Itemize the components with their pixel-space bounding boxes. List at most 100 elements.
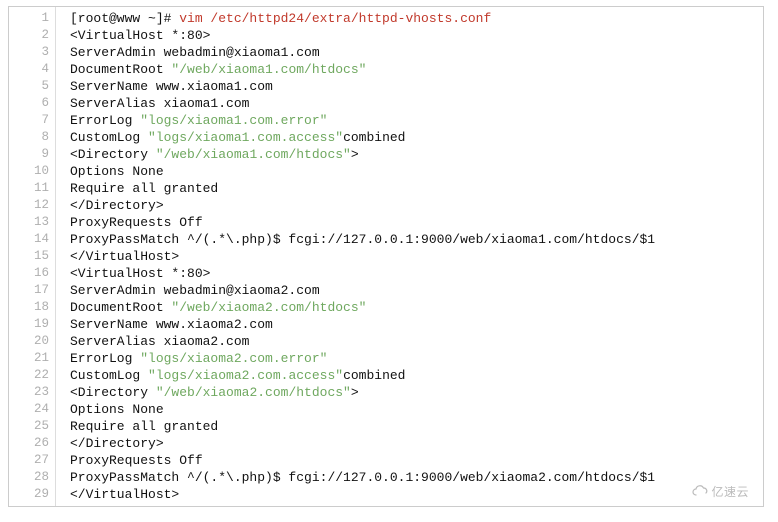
- code-segment: "/web/xiaoma1.com/htdocs": [171, 62, 366, 77]
- code-segment: ServerAdmin webadmin@xiaoma1.com: [70, 45, 320, 60]
- line-number: 19: [9, 316, 49, 333]
- line-number: 11: [9, 180, 49, 197]
- code-segment: ServerAdmin webadmin@xiaoma2.com: [70, 283, 320, 298]
- line-number: 17: [9, 282, 49, 299]
- code-segment: Require all granted: [70, 181, 218, 196]
- line-number: 29: [9, 486, 49, 503]
- code-segment: <VirtualHost *:80>: [70, 266, 210, 281]
- code-line: ProxyRequests Off: [70, 214, 763, 231]
- line-number: 1: [9, 10, 49, 27]
- line-number: 26: [9, 435, 49, 452]
- code-line: ProxyPassMatch ^/(.*\.php)$ fcgi://127.0…: [70, 469, 763, 486]
- line-number: 12: [9, 197, 49, 214]
- line-number: 8: [9, 129, 49, 146]
- code-segment: Require all granted: [70, 419, 218, 434]
- code-segment: ServerName www.xiaoma2.com: [70, 317, 273, 332]
- code-line: <VirtualHost *:80>: [70, 27, 763, 44]
- code-segment: >: [351, 147, 359, 162]
- code-segment: Options None: [70, 164, 164, 179]
- code-line: ProxyRequests Off: [70, 452, 763, 469]
- code-line: ErrorLog "logs/xiaoma1.com.error": [70, 112, 763, 129]
- code-segment: combined: [343, 130, 405, 145]
- line-number: 23: [9, 384, 49, 401]
- code-segment: CustomLog: [70, 130, 148, 145]
- code-segment: >: [351, 385, 359, 400]
- code-segment: DocumentRoot: [70, 300, 171, 315]
- code-line: ServerName www.xiaoma2.com: [70, 316, 763, 333]
- line-number: 2: [9, 27, 49, 44]
- code-line: <Directory "/web/xiaoma2.com/htdocs">: [70, 384, 763, 401]
- code-line: </Directory>: [70, 435, 763, 452]
- code-segment: ProxyRequests Off: [70, 453, 203, 468]
- line-number: 10: [9, 163, 49, 180]
- code-line: ServerAdmin webadmin@xiaoma1.com: [70, 44, 763, 61]
- code-segment: "/web/xiaoma2.com/htdocs": [171, 300, 366, 315]
- code-segment: "logs/xiaoma1.com.access": [148, 130, 343, 145]
- code-segment: DocumentRoot: [70, 62, 171, 77]
- code-segment: <Directory: [70, 147, 156, 162]
- line-number: 13: [9, 214, 49, 231]
- line-number: 24: [9, 401, 49, 418]
- code-line: Require all granted: [70, 180, 763, 197]
- code-line: <VirtualHost *:80>: [70, 265, 763, 282]
- code-line: ProxyPassMatch ^/(.*\.php)$ fcgi://127.0…: [70, 231, 763, 248]
- code-line: ServerName www.xiaoma1.com: [70, 78, 763, 95]
- code-line: <Directory "/web/xiaoma1.com/htdocs">: [70, 146, 763, 163]
- line-number: 21: [9, 350, 49, 367]
- code-segment: ErrorLog: [70, 351, 140, 366]
- line-number: 25: [9, 418, 49, 435]
- code-segment: "logs/xiaoma1.com.error": [140, 113, 327, 128]
- code-segment: Options None: [70, 402, 164, 417]
- code-line: [root@www ~]# vim /etc/httpd24/extra/htt…: [70, 10, 763, 27]
- line-number: 15: [9, 248, 49, 265]
- code-segment: "logs/xiaoma2.com.access": [148, 368, 343, 383]
- code-segment: "/web/xiaoma1.com/htdocs": [156, 147, 351, 162]
- line-number: 5: [9, 78, 49, 95]
- line-number: 6: [9, 95, 49, 112]
- code-segment: </VirtualHost>: [70, 249, 179, 264]
- code-segment: <VirtualHost *:80>: [70, 28, 210, 43]
- code-segment: <Directory: [70, 385, 156, 400]
- code-line: DocumentRoot "/web/xiaoma2.com/htdocs": [70, 299, 763, 316]
- line-number: 14: [9, 231, 49, 248]
- code-line: ServerAlias xiaoma2.com: [70, 333, 763, 350]
- code-segment: "/web/xiaoma2.com/htdocs": [156, 385, 351, 400]
- code-line: Require all granted: [70, 418, 763, 435]
- code-segment: ProxyPassMatch ^/(.*\.php)$ fcgi://127.0…: [70, 232, 655, 247]
- code-segment: </VirtualHost>: [70, 487, 179, 502]
- code-segment: ServerName www.xiaoma1.com: [70, 79, 273, 94]
- code-line: DocumentRoot "/web/xiaoma1.com/htdocs": [70, 61, 763, 78]
- line-number: 27: [9, 452, 49, 469]
- code-line: ErrorLog "logs/xiaoma2.com.error": [70, 350, 763, 367]
- code-segment: CustomLog: [70, 368, 148, 383]
- code-line: Options None: [70, 163, 763, 180]
- line-number: 28: [9, 469, 49, 486]
- code-segment: [root@www ~]#: [70, 11, 179, 26]
- line-number: 7: [9, 112, 49, 129]
- code-segment: ServerAlias xiaoma2.com: [70, 334, 249, 349]
- line-number: 16: [9, 265, 49, 282]
- code-line: </VirtualHost>: [70, 248, 763, 265]
- code-segment: ProxyPassMatch ^/(.*\.php)$ fcgi://127.0…: [70, 470, 655, 485]
- line-number: 22: [9, 367, 49, 384]
- code-line: </Directory>: [70, 197, 763, 214]
- code-block: 1234567891011121314151617181920212223242…: [8, 6, 764, 507]
- line-number: 4: [9, 61, 49, 78]
- code-line: Options None: [70, 401, 763, 418]
- code-segment: ServerAlias xiaoma1.com: [70, 96, 249, 111]
- code-segment: </Directory>: [70, 436, 164, 451]
- code-line: CustomLog "logs/xiaoma2.com.access"combi…: [70, 367, 763, 384]
- code-line: ServerAdmin webadmin@xiaoma2.com: [70, 282, 763, 299]
- code-line: </VirtualHost>: [70, 486, 763, 503]
- code-line: ServerAlias xiaoma1.com: [70, 95, 763, 112]
- code-segment: ErrorLog: [70, 113, 140, 128]
- code-content: [root@www ~]# vim /etc/httpd24/extra/htt…: [56, 7, 763, 506]
- code-segment: combined: [343, 368, 405, 383]
- line-number: 20: [9, 333, 49, 350]
- line-number: 9: [9, 146, 49, 163]
- code-line: CustomLog "logs/xiaoma1.com.access"combi…: [70, 129, 763, 146]
- line-number: 3: [9, 44, 49, 61]
- line-number-gutter: 1234567891011121314151617181920212223242…: [9, 7, 56, 506]
- code-segment: vim /etc/httpd24/extra/httpd-vhosts.conf: [179, 11, 491, 26]
- code-segment: "logs/xiaoma2.com.error": [140, 351, 327, 366]
